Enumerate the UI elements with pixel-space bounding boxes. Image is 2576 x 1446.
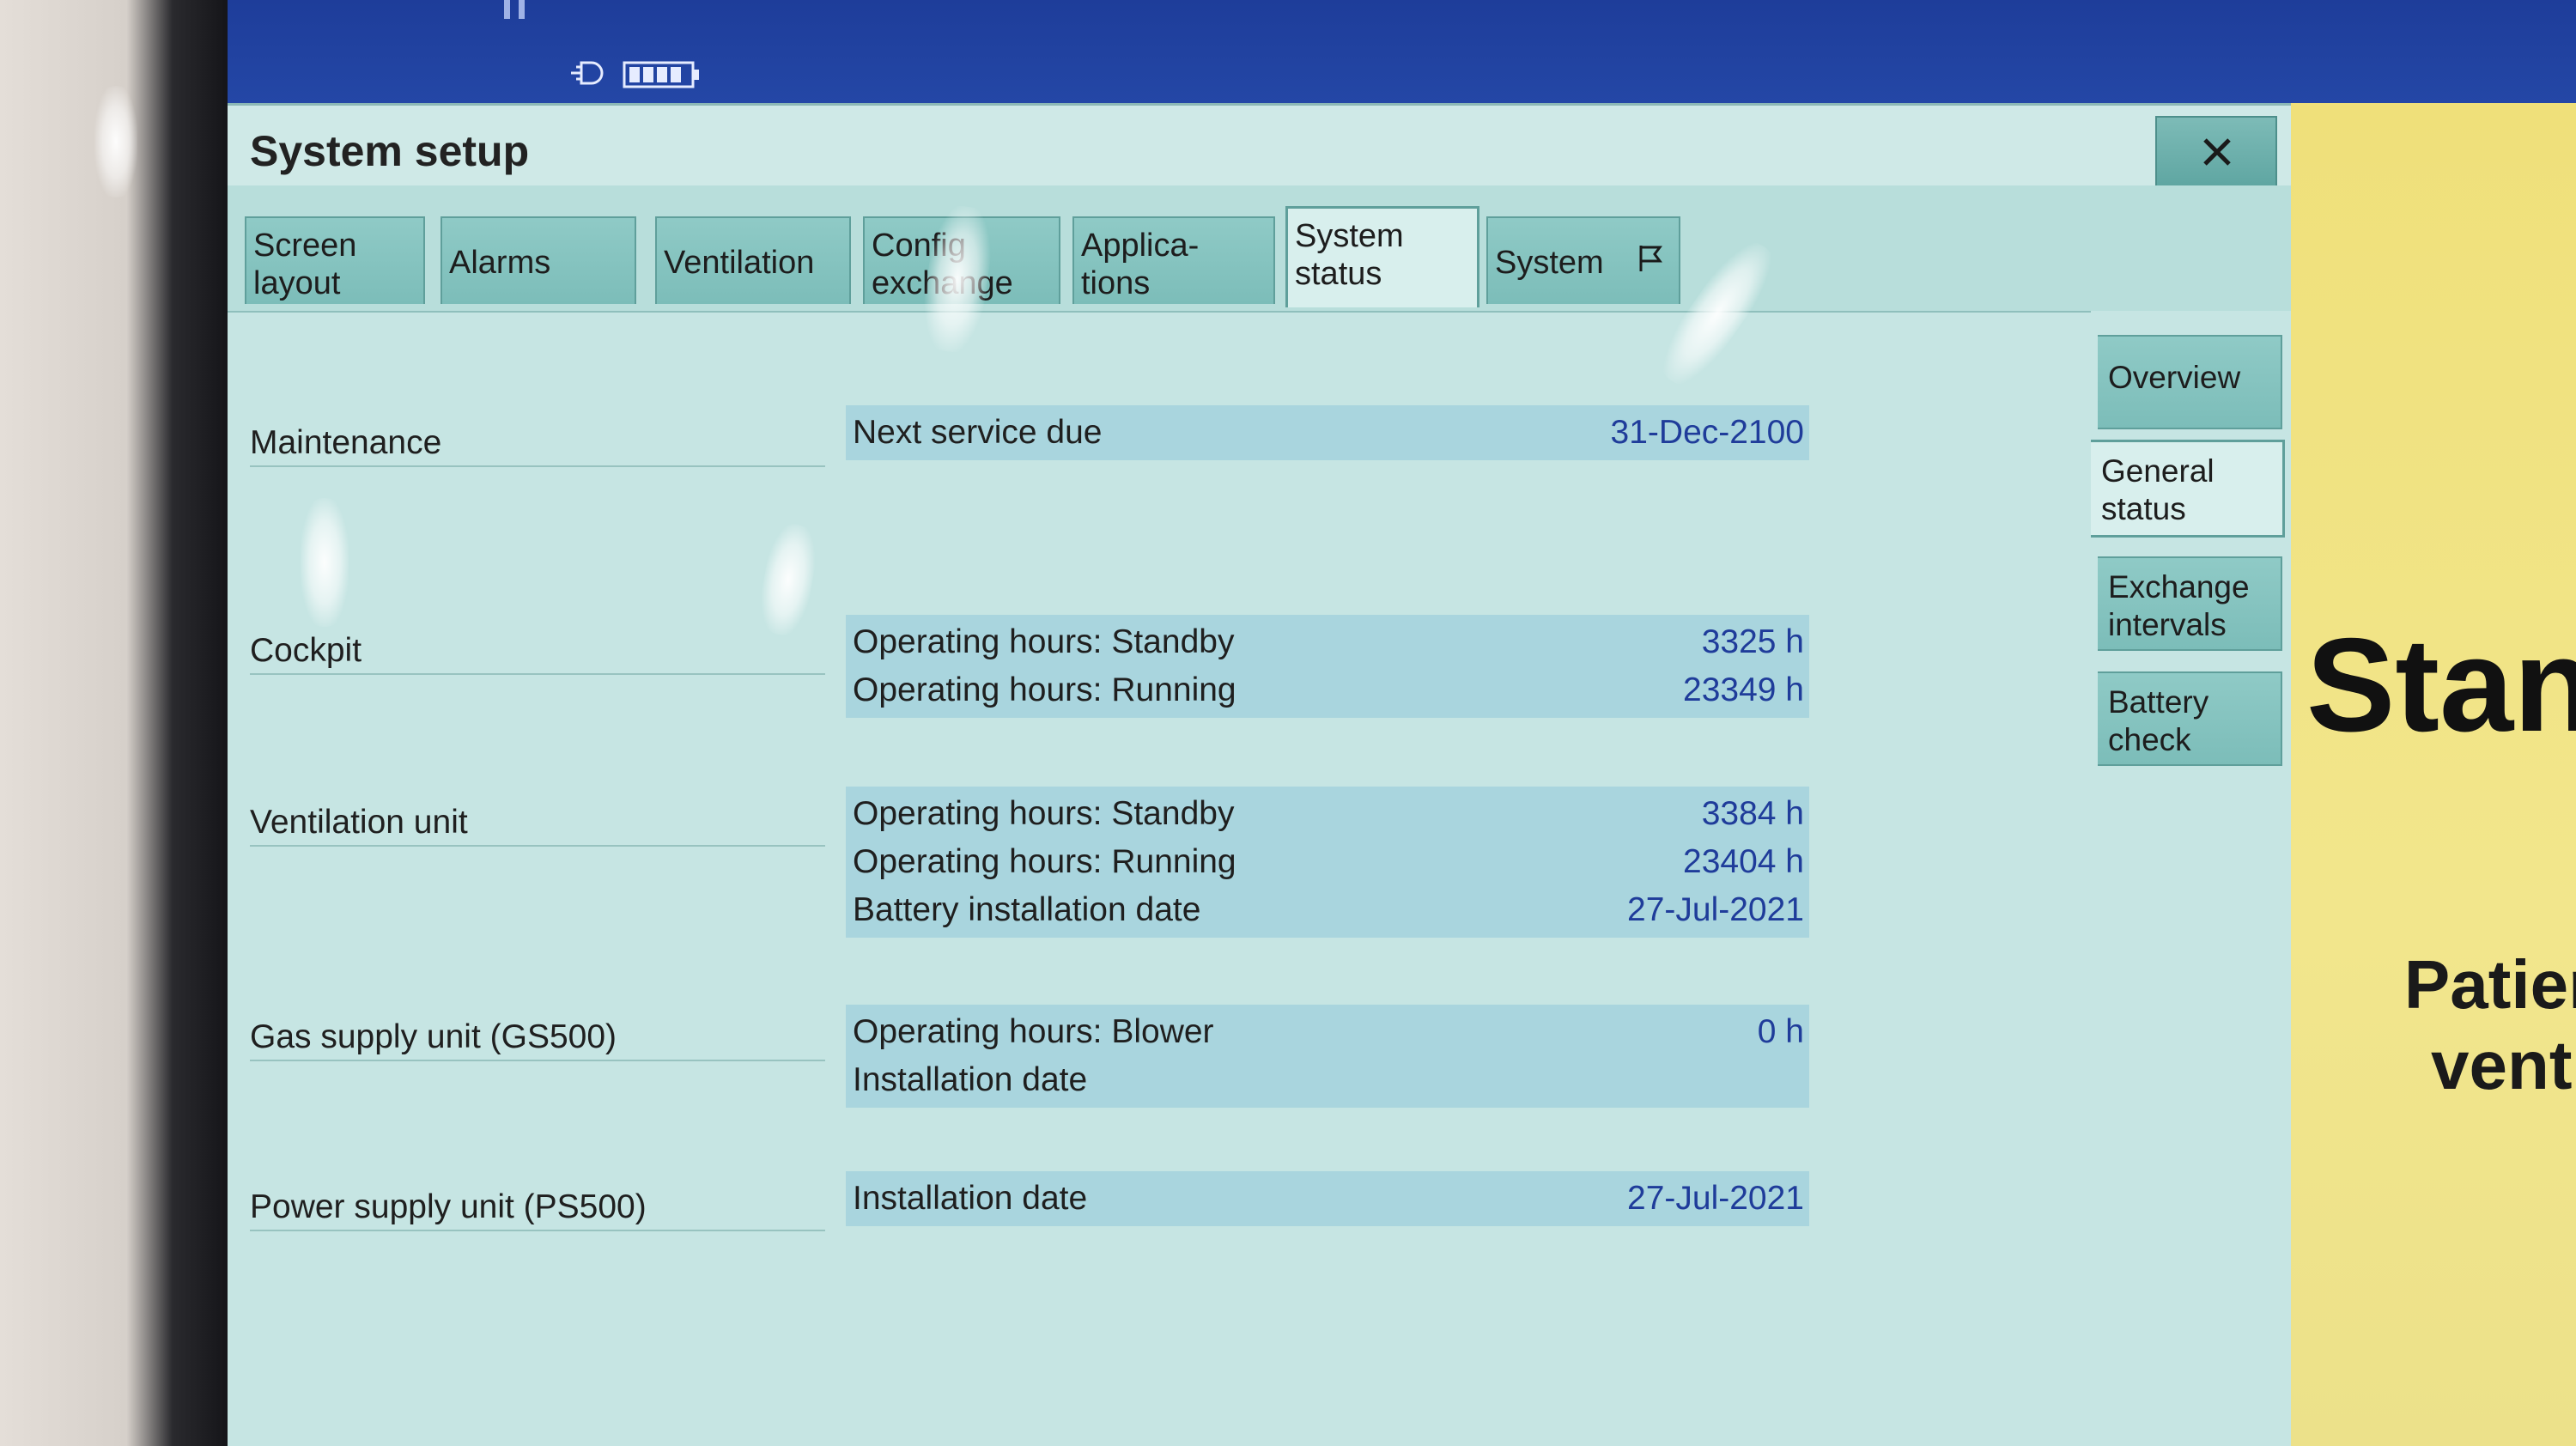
dialog-title: System setup	[250, 127, 530, 175]
side-tab-label-line2: status	[2101, 491, 2186, 526]
side-tab-label: Overview	[2108, 360, 2241, 395]
value-value: 0 h	[1757, 1013, 1804, 1050]
value-row: Operating hours: Standby 3384 h	[846, 790, 1809, 838]
value-value: 23404 h	[1683, 843, 1804, 880]
value-key: Operating hours: Blower	[853, 1013, 1214, 1050]
tab-screen-layout[interactable]: Screen layout	[245, 216, 425, 304]
value-value: 27-Jul-2021	[1627, 1180, 1804, 1217]
value-key: Battery installation date	[853, 891, 1201, 928]
tab-label-line2: status	[1295, 256, 1382, 292]
value-key: Operating hours: Standby	[853, 795, 1235, 832]
values-cockpit: Operating hours: Standby 3325 h Operatin…	[846, 615, 1809, 718]
tab-label-line1: Screen	[253, 228, 357, 264]
pause-icon	[504, 0, 525, 19]
value-value: 23349 h	[1683, 671, 1804, 708]
values-gas-supply-unit: Operating hours: Blower 0 h Installation…	[846, 1005, 1809, 1108]
value-row: Installation date 27-Jul-2021	[846, 1175, 1809, 1223]
side-tab-label-line1: General	[2101, 453, 2215, 489]
section-label-maintenance: Maintenance	[250, 424, 825, 467]
top-status-bar	[228, 0, 2576, 103]
dialog-header: System setup	[228, 103, 2291, 188]
value-key: Operating hours: Running	[853, 843, 1236, 880]
side-tab-battery-check[interactable]: Battery check	[2098, 671, 2282, 766]
value-value: 27-Jul-2021	[1627, 891, 1804, 928]
values-power-supply-unit: Installation date 27-Jul-2021	[846, 1171, 1809, 1226]
values-ventilation-unit: Operating hours: Standby 3384 h Operatin…	[846, 787, 1809, 938]
tab-label: Alarms	[449, 245, 551, 281]
section-label-gas-supply-unit: Gas supply unit (GS500)	[250, 1018, 825, 1061]
mains-plug-icon	[571, 61, 604, 85]
section-label-ventilation-unit: Ventilation unit	[250, 804, 825, 847]
value-key: Installation date	[853, 1061, 1088, 1098]
value-key: Installation date	[853, 1180, 1088, 1217]
value-row: Installation date	[846, 1056, 1809, 1104]
value-value: 3384 h	[1701, 795, 1804, 832]
value-row: Operating hours: Running 23349 h	[846, 666, 1809, 714]
side-tab-label-line2: intervals	[2108, 607, 2227, 642]
standby-title: Stan	[2306, 611, 2576, 759]
tab-config-exchange[interactable]: Config exchange	[863, 216, 1060, 304]
value-value: 3325 h	[1701, 623, 1804, 660]
tab-system[interactable]: System	[1486, 216, 1680, 304]
side-tab-exchange-intervals[interactable]: Exchange intervals	[2098, 556, 2282, 651]
section-label-cockpit: Cockpit	[250, 632, 825, 675]
value-key: Operating hours: Standby	[853, 623, 1235, 660]
tab-system-status[interactable]: System status	[1285, 206, 1479, 307]
value-key: Operating hours: Running	[853, 671, 1236, 708]
value-key: Next service due	[853, 414, 1103, 451]
general-status-content: Maintenance Next service due 31-Dec-2100…	[228, 311, 2093, 1446]
tab-label-line2: exchange	[872, 265, 1013, 301]
tab-label: Ventilation	[664, 245, 815, 281]
value-row: Battery installation date 27-Jul-2021	[846, 886, 1809, 934]
battery-icon	[623, 61, 699, 88]
value-row: Operating hours: Running 23404 h	[846, 838, 1809, 886]
side-tab-overview[interactable]: Overview	[2098, 335, 2282, 429]
side-tab-general-status[interactable]: General status	[2091, 440, 2285, 538]
standby-subtitle: Patien ventil	[2403, 946, 2576, 1104]
tab-label-line1: Applica-	[1081, 228, 1200, 264]
tab-ventilation[interactable]: Ventilation	[655, 216, 851, 304]
flag-icon	[1639, 246, 1662, 271]
monitor-bezel	[0, 0, 230, 1446]
values-maintenance: Next service due 31-Dec-2100	[846, 405, 1809, 460]
value-row: Operating hours: Standby 3325 h	[846, 618, 1809, 666]
tab-label-line2: layout	[253, 265, 341, 301]
close-button[interactable]	[2155, 116, 2277, 188]
value-row: Next service due 31-Dec-2100	[846, 409, 1809, 457]
value-value: 31-Dec-2100	[1610, 414, 1804, 451]
standby-panel: Stan Patien ventil	[2291, 103, 2576, 1446]
tab-label-line1: System	[1295, 218, 1404, 254]
tab-applications[interactable]: Applica- tions	[1072, 216, 1275, 304]
system-setup-dialog: System setup Screen layout Alarms Ventil…	[228, 103, 2291, 1446]
side-tab-label-line2: check	[2108, 722, 2191, 757]
section-label-power-supply-unit: Power supply unit (PS500)	[250, 1188, 825, 1231]
value-row: Operating hours: Blower 0 h	[846, 1008, 1809, 1056]
side-tabs: Overview General status Exchange interva…	[2091, 311, 2291, 1446]
tab-label-line1: Config	[872, 228, 966, 264]
side-tab-label-line1: Battery	[2108, 684, 2209, 720]
tab-alarms[interactable]: Alarms	[440, 216, 636, 304]
tab-label-line2: tions	[1081, 265, 1151, 301]
side-tab-label-line1: Exchange	[2108, 569, 2250, 605]
close-x-icon	[2203, 138, 2231, 166]
